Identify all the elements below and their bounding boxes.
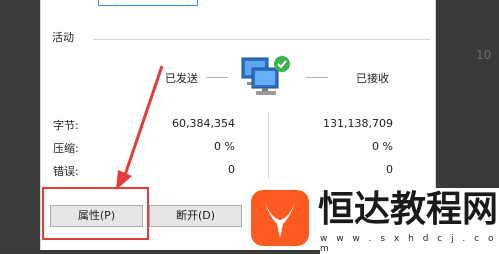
stats-divider: [268, 112, 269, 178]
activity-section-title: 活动: [52, 31, 74, 44]
compression-received-value: 0 %: [372, 140, 393, 153]
sent-dash: [206, 77, 228, 78]
top-field-edge: [98, 0, 198, 6]
compression-label: 压缩:: [53, 142, 79, 155]
background-left: [0, 0, 40, 250]
watermark-brand: 恒达教程网: [318, 189, 499, 230]
received-label: 已接收: [356, 72, 389, 85]
bytes-label: 字节:: [53, 119, 79, 132]
received-dash: [306, 77, 328, 78]
bytes-received-value: 131,138,709: [323, 117, 393, 130]
sent-label: 已发送: [165, 72, 198, 85]
whale-tail-icon: [265, 202, 295, 238]
errors-received-value: 0: [386, 163, 393, 176]
watermark-url: w w w . s x h d c j . c o m: [320, 234, 499, 254]
right-edge-text: 10: [476, 48, 492, 62]
activity-group-line: [93, 39, 431, 40]
bytes-sent-value: 60,384,354: [172, 117, 235, 130]
properties-highlight-box: [42, 187, 149, 240]
check-icon: [274, 56, 290, 72]
errors-sent-value: 0: [228, 163, 235, 176]
disconnect-button[interactable]: 断开(D): [149, 205, 242, 227]
network-connection-icon: [241, 56, 290, 95]
errors-label: 错误:: [53, 165, 79, 178]
compression-sent-value: 0 %: [214, 140, 235, 153]
watermark-logo: [251, 190, 309, 246]
